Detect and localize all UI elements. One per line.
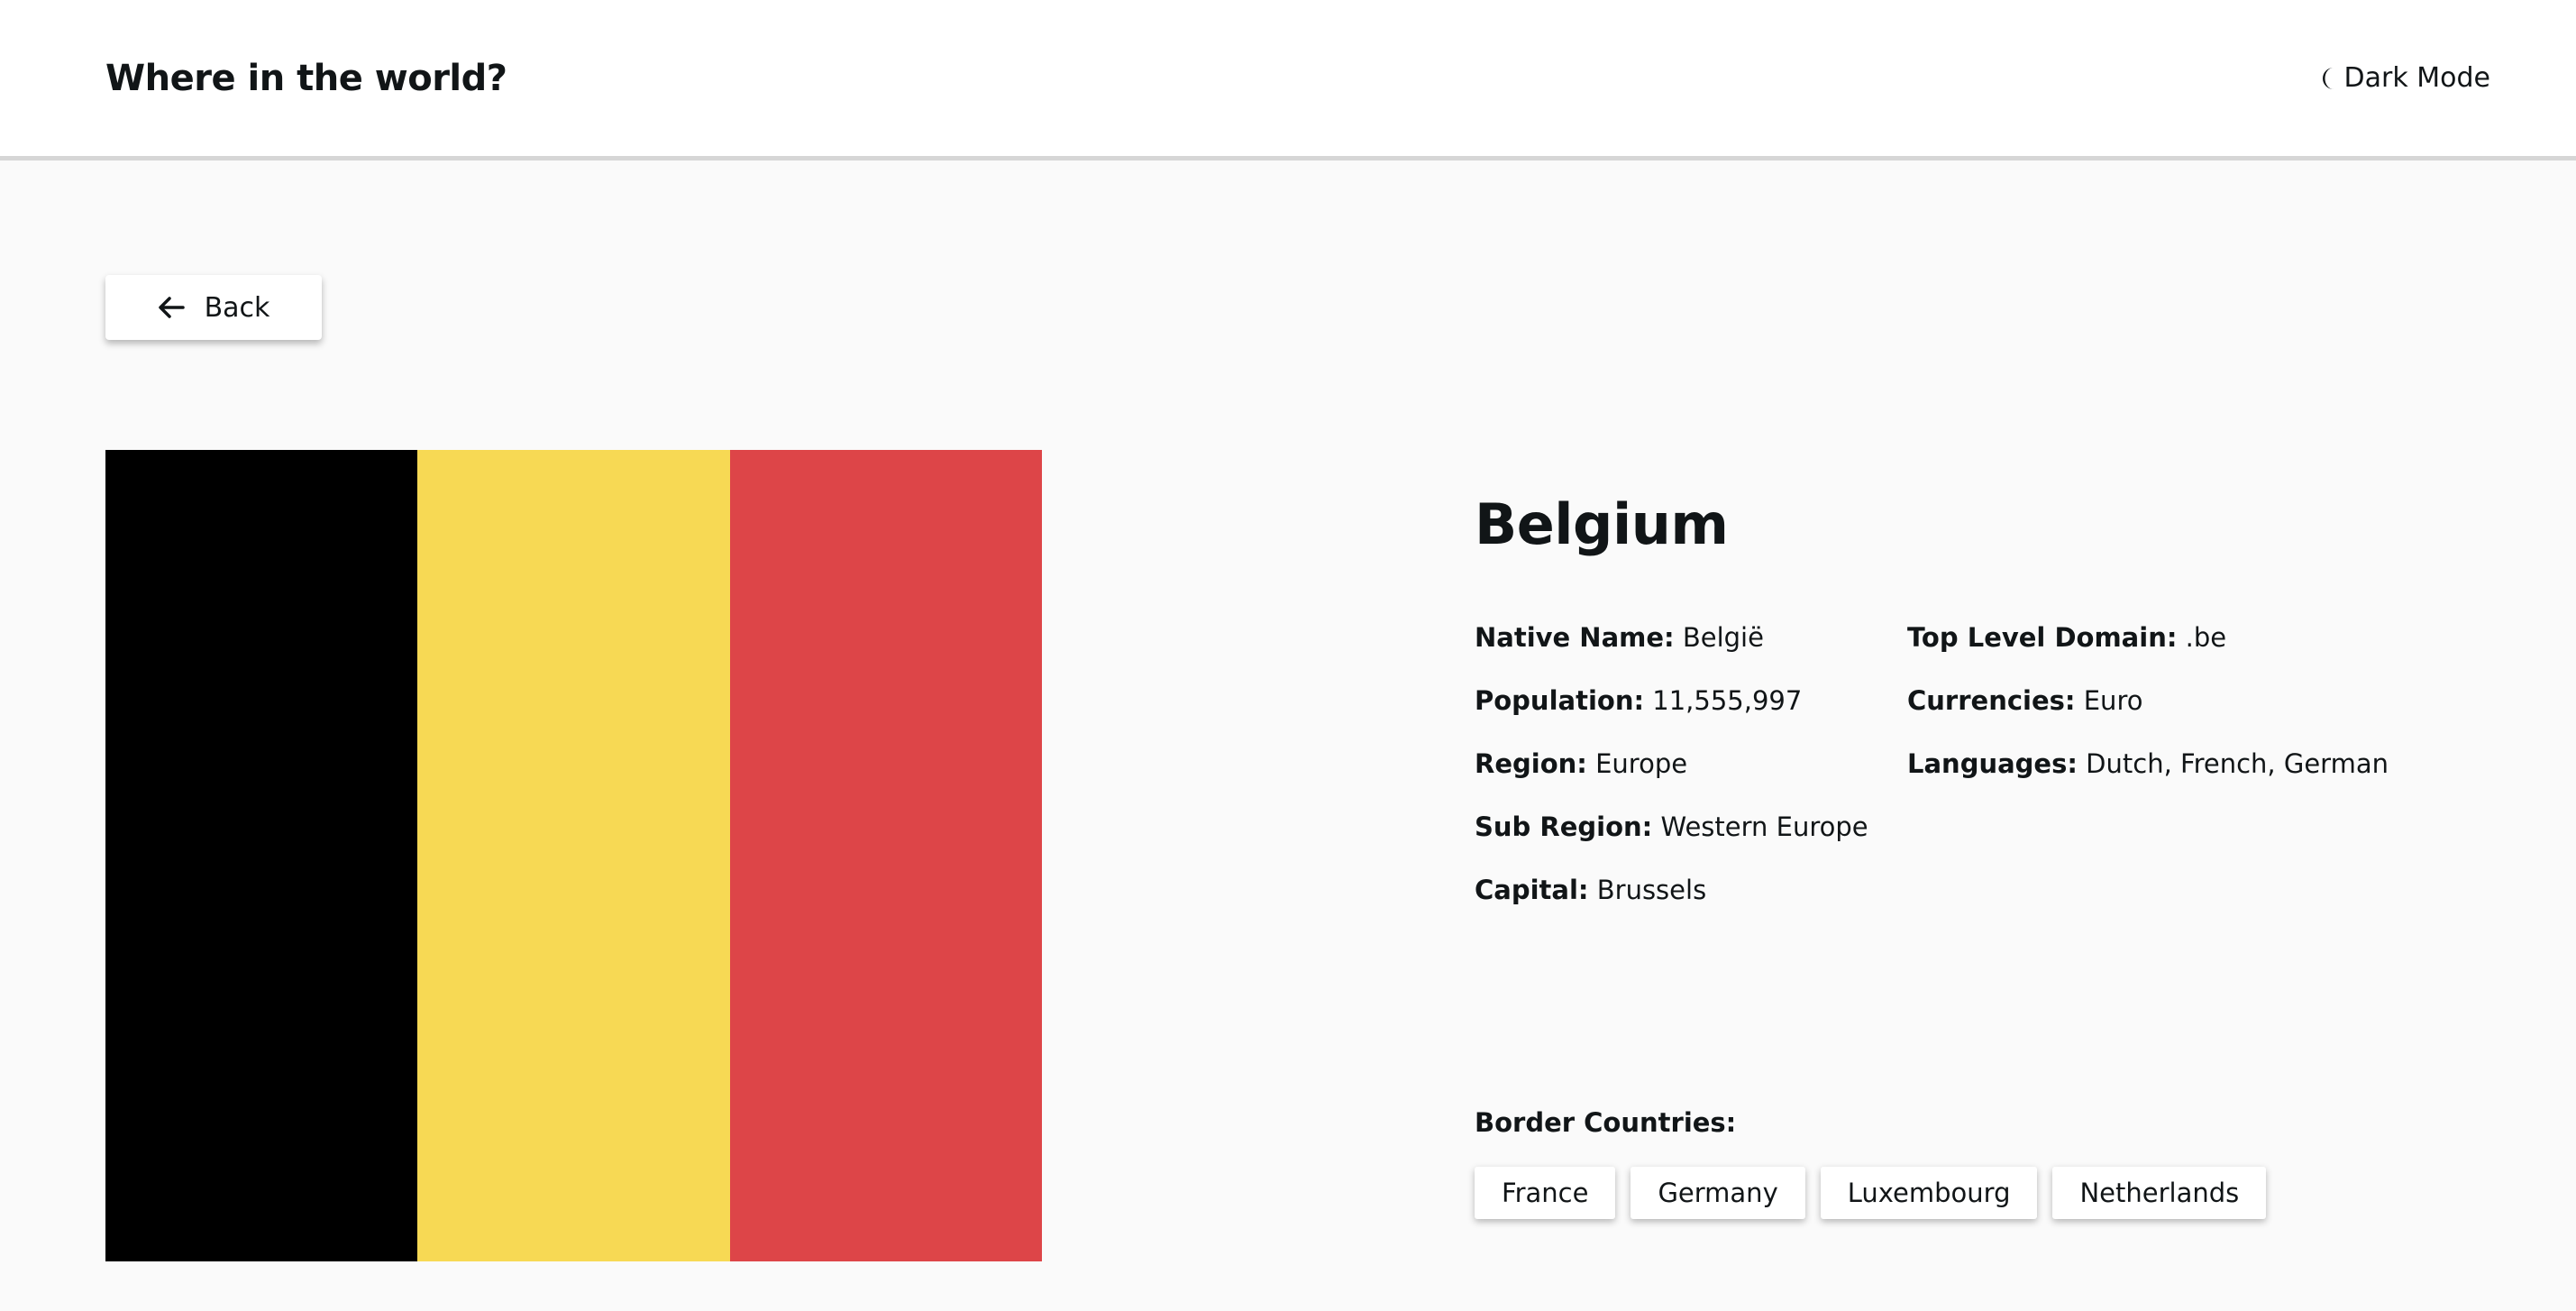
- country-name: Belgium: [1475, 491, 1729, 557]
- tld-field: Top Level Domain: .be: [1907, 619, 2389, 656]
- dark-mode-label: Dark Mode: [2343, 62, 2490, 94]
- back-button[interactable]: Back: [105, 275, 322, 340]
- languages-field: Languages: Dutch, French, German: [1907, 746, 2389, 782]
- sub-region-field: Sub Region: Western Europe: [1475, 809, 1868, 845]
- sub-region-value: Western Europe: [1660, 811, 1868, 842]
- dark-mode-toggle[interactable]: Dark Mode: [2321, 62, 2490, 94]
- flag-stripe-red: [729, 450, 1042, 1261]
- sub-region-label: Sub Region:: [1475, 811, 1653, 842]
- region-label: Region:: [1475, 748, 1587, 779]
- population-value: 11,555,997: [1652, 685, 1803, 716]
- capital-label: Capital:: [1475, 875, 1589, 905]
- arrow-left-icon: [158, 297, 185, 318]
- population-label: Population:: [1475, 685, 1645, 716]
- country-details: Belgium Native Name: België Population: …: [1475, 491, 2484, 905]
- border-countries-label: Border Countries:: [1475, 1107, 1737, 1138]
- region-field: Region: Europe: [1475, 746, 1868, 782]
- languages-value: Dutch, French, German: [2086, 748, 2389, 779]
- languages-label: Languages:: [1907, 748, 2078, 779]
- flag-stripe-yellow: [417, 450, 730, 1261]
- details-column-right: Top Level Domain: .be Currencies: Euro L…: [1907, 619, 2389, 809]
- tld-value: .be: [2185, 622, 2227, 653]
- native-name-value: België: [1682, 622, 1764, 653]
- details-column-left: Native Name: België Population: 11,555,9…: [1475, 619, 1868, 935]
- border-country-button[interactable]: Luxembourg: [1820, 1167, 2038, 1219]
- native-name-label: Native Name:: [1475, 622, 1675, 653]
- tld-label: Top Level Domain:: [1907, 622, 2178, 653]
- top-bar: Where in the world? Dark Mode: [0, 0, 2576, 160]
- border-country-button[interactable]: Netherlands: [2052, 1167, 2267, 1219]
- border-country-button[interactable]: Germany: [1631, 1167, 1805, 1219]
- native-name-field: Native Name: België: [1475, 619, 1868, 656]
- back-button-label: Back: [204, 291, 270, 324]
- population-field: Population: 11,555,997: [1475, 683, 1868, 719]
- border-country-button[interactable]: France: [1475, 1167, 1616, 1219]
- currencies-value: Euro: [2083, 685, 2143, 716]
- region-value: Europe: [1595, 748, 1688, 779]
- moon-icon: [2322, 67, 2334, 89]
- flag-stripe-black: [105, 450, 418, 1261]
- border-countries: Border Countries: France Germany Luxembo…: [1475, 1105, 2267, 1219]
- country-flag: [105, 450, 1042, 1261]
- border-country-list: France Germany Luxembourg Netherlands: [1475, 1167, 2267, 1219]
- capital-field: Capital: Brussels: [1475, 872, 1868, 908]
- app-title: Where in the world?: [105, 57, 507, 99]
- currencies-field: Currencies: Euro: [1907, 683, 2389, 719]
- capital-value: Brussels: [1596, 875, 1707, 905]
- currencies-label: Currencies:: [1907, 685, 2076, 716]
